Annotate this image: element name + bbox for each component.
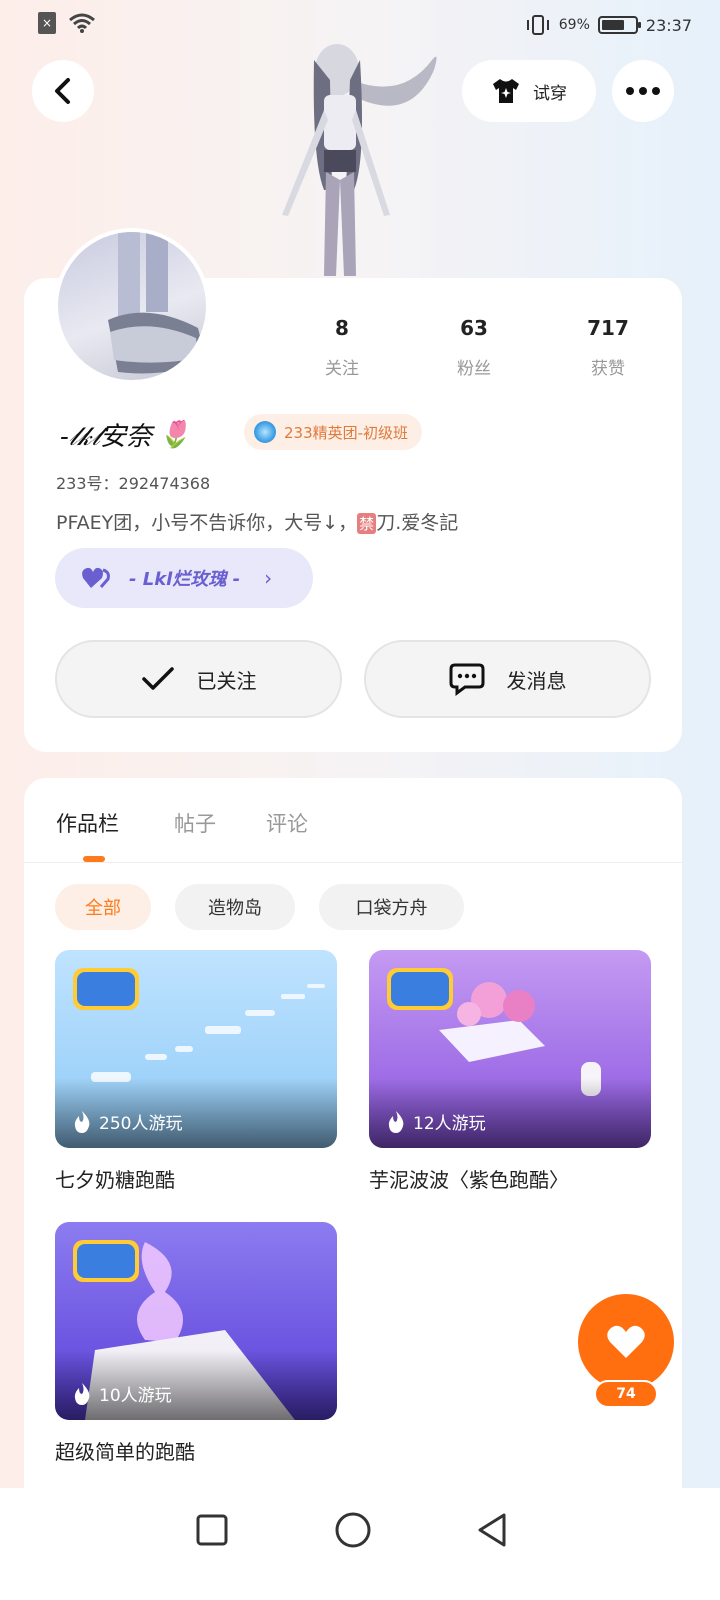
game-title: 七夕奶糖跑酷 xyxy=(55,1168,175,1192)
play-count: 250人游玩 xyxy=(73,1109,182,1134)
square-icon xyxy=(196,1514,228,1546)
heart-icon xyxy=(607,1325,645,1358)
user-id: 233号：292474368 xyxy=(56,474,211,493)
home-button[interactable] xyxy=(333,1510,373,1550)
ban-emoji: 禁 xyxy=(357,513,377,534)
message-label: 发消息 xyxy=(506,668,567,693)
tab-comments[interactable]: 评论 xyxy=(266,808,308,838)
creation-island-logo xyxy=(387,968,453,1010)
bio-text-1: PFAEY团，小号不告诉你，大号↓， xyxy=(56,512,358,534)
likes-stat[interactable]: 717 获赞 xyxy=(548,316,668,379)
badge-icon xyxy=(254,421,276,443)
back-nav-button[interactable] xyxy=(472,1510,512,1550)
back-button[interactable] xyxy=(32,60,94,122)
following-label: 关注 xyxy=(325,359,359,379)
chat-icon xyxy=(449,663,484,696)
game-title: 超级简单的跑酷 xyxy=(55,1440,195,1464)
tab-works[interactable]: 作品栏 xyxy=(56,808,119,838)
followers-label: 粉丝 xyxy=(457,359,491,379)
elite-badge[interactable]: 233精英团-初级班 xyxy=(244,414,423,450)
flame-icon xyxy=(74,1382,90,1405)
wifi-icon xyxy=(69,13,95,33)
game-thumbnail: 10人游玩 xyxy=(55,1222,337,1420)
creation-island-logo xyxy=(73,968,139,1010)
filter-pocket-ark[interactable]: 口袋方舟 xyxy=(319,884,464,930)
vibrate-icon xyxy=(526,15,549,35)
message-button[interactable]: 发消息 xyxy=(364,640,651,718)
following-count: 8 xyxy=(335,316,349,340)
play-count-text: 12人游玩 xyxy=(413,1114,486,1134)
followed-button[interactable]: 已关注 xyxy=(55,640,342,718)
game-card[interactable]: 12人游玩 芋泥波波〈紫色跑酷〉 xyxy=(369,950,651,1193)
game-card[interactable]: 250人游玩 七夕奶糖跑酷 xyxy=(55,950,337,1193)
try-on-button[interactable]: 试穿 xyxy=(462,60,596,122)
group-name: - Lkl烂玫瑰 - xyxy=(129,569,241,590)
filter-all[interactable]: 全部 xyxy=(55,884,151,930)
battery-icon xyxy=(597,16,641,34)
nickname-text: -𝓁𝓀𝓁安奈 xyxy=(60,422,152,452)
tabs-divider xyxy=(24,862,682,863)
game-thumbnail: 250人游玩 xyxy=(55,950,337,1148)
like-button[interactable] xyxy=(578,1294,674,1390)
triangle-back-icon xyxy=(478,1513,506,1547)
play-count-text: 250人游玩 xyxy=(99,1114,183,1134)
avatar-image xyxy=(108,232,206,374)
flame-icon xyxy=(388,1110,404,1133)
followed-label: 已关注 xyxy=(196,668,257,693)
followers-count: 63 xyxy=(460,316,488,340)
avatar-figure xyxy=(282,44,437,276)
check-icon xyxy=(141,667,174,690)
play-count: 12人游玩 xyxy=(387,1109,486,1134)
clock: 23:37 xyxy=(645,15,692,35)
flame-icon xyxy=(74,1110,90,1133)
chevron-right-icon: › xyxy=(264,566,273,590)
game-thumbnail: 12人游玩 xyxy=(369,950,651,1148)
game-card[interactable]: 10人游玩 超级简单的跑酷 xyxy=(55,1222,337,1465)
try-on-label: 试穿 xyxy=(533,83,567,104)
like-count: 74 xyxy=(594,1380,658,1408)
system-nav-bar xyxy=(0,1488,720,1600)
heart-group-icon xyxy=(82,567,110,588)
likes-label: 获赞 xyxy=(591,359,625,379)
chevron-left-icon xyxy=(55,78,70,104)
likes-count: 717 xyxy=(587,316,629,340)
play-count: 10人游玩 xyxy=(73,1381,172,1406)
bio: PFAEY团，小号不告诉你，大号↓，禁刀.爱冬記 xyxy=(56,508,458,535)
more-button[interactable] xyxy=(612,60,674,122)
bio-text-2: 刀.爱冬記 xyxy=(376,512,459,534)
tulip-emoji: 🌷 xyxy=(158,419,191,450)
group-pill[interactable]: - Lkl烂玫瑰 - › xyxy=(55,548,313,608)
nickname: -𝓁𝓀𝓁安奈 🌷 xyxy=(60,416,190,453)
more-dots-icon xyxy=(626,87,660,95)
tab-posts[interactable]: 帖子 xyxy=(174,808,216,838)
avatar[interactable] xyxy=(54,228,210,384)
play-count-text: 10人游玩 xyxy=(99,1386,172,1406)
game-title: 芋泥波波〈紫色跑酷〉 xyxy=(369,1168,569,1192)
circle-icon xyxy=(335,1512,371,1548)
creation-island-logo xyxy=(73,1240,139,1282)
followers-stat[interactable]: 63 粉丝 xyxy=(414,316,534,379)
recents-button[interactable] xyxy=(192,1510,232,1550)
following-stat[interactable]: 8 关注 xyxy=(282,316,402,379)
badge-label: 233精英团-初级班 xyxy=(284,423,409,442)
filter-creation-island[interactable]: 造物岛 xyxy=(175,884,295,930)
battery-percent: 69% xyxy=(558,17,590,33)
no-sim-icon: × xyxy=(38,12,56,34)
tshirt-icon xyxy=(493,79,519,103)
